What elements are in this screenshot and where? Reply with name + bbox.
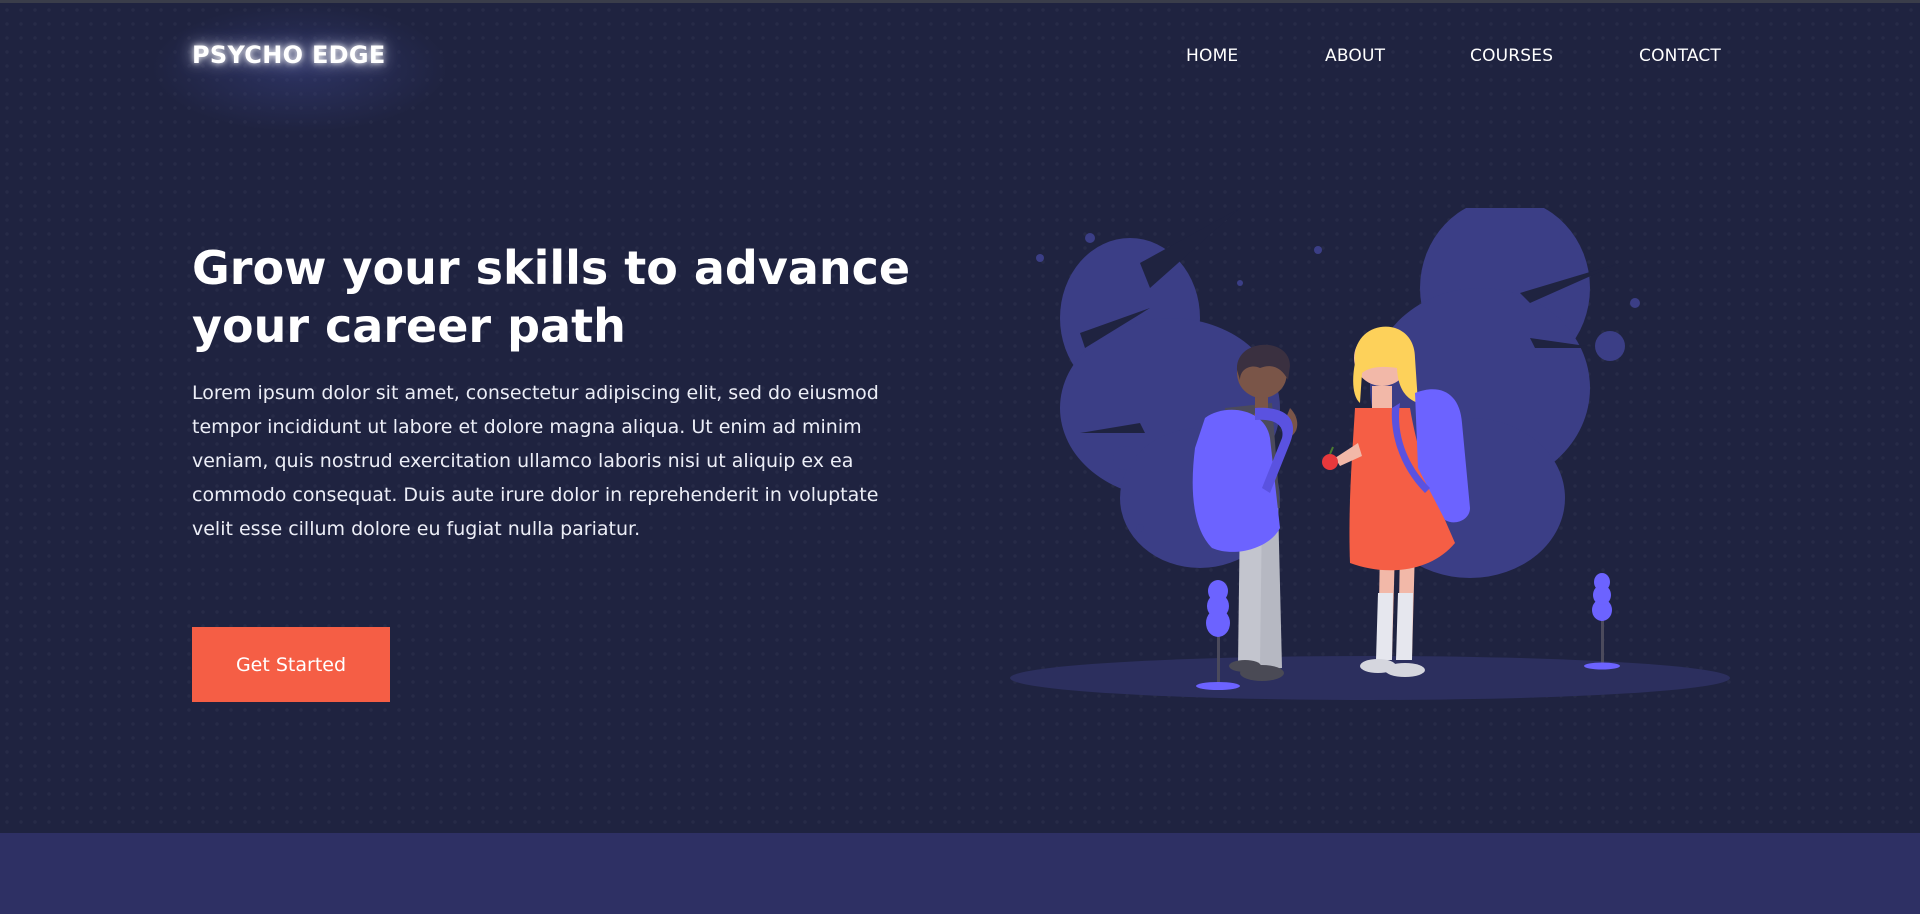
students-illustration (1010, 208, 1730, 700)
small-tree-right (1584, 573, 1620, 670)
hero-section: PSYCHO EDGE HOME ABOUT COURSES CONTACT G… (0, 3, 1920, 833)
nav-about[interactable]: ABOUT (1325, 46, 1385, 66)
next-section-band (0, 833, 1920, 914)
main-nav: HOME ABOUT COURSES CONTACT (0, 46, 1920, 68)
hero-headline-line1: Grow your skills to advance (192, 241, 911, 295)
hero-headline: Grow your skills to advance your career … (192, 239, 952, 355)
get-started-button[interactable]: Get Started (192, 627, 390, 702)
hero-headline-line2: your career path (192, 299, 626, 353)
hero-description: Lorem ipsum dolor sit amet, consectetur … (192, 382, 879, 540)
background-foliage (1036, 208, 1640, 578)
nav-contact[interactable]: CONTACT (1639, 46, 1721, 66)
nav-courses[interactable]: COURSES (1470, 46, 1553, 66)
nav-home[interactable]: HOME (1186, 46, 1238, 66)
